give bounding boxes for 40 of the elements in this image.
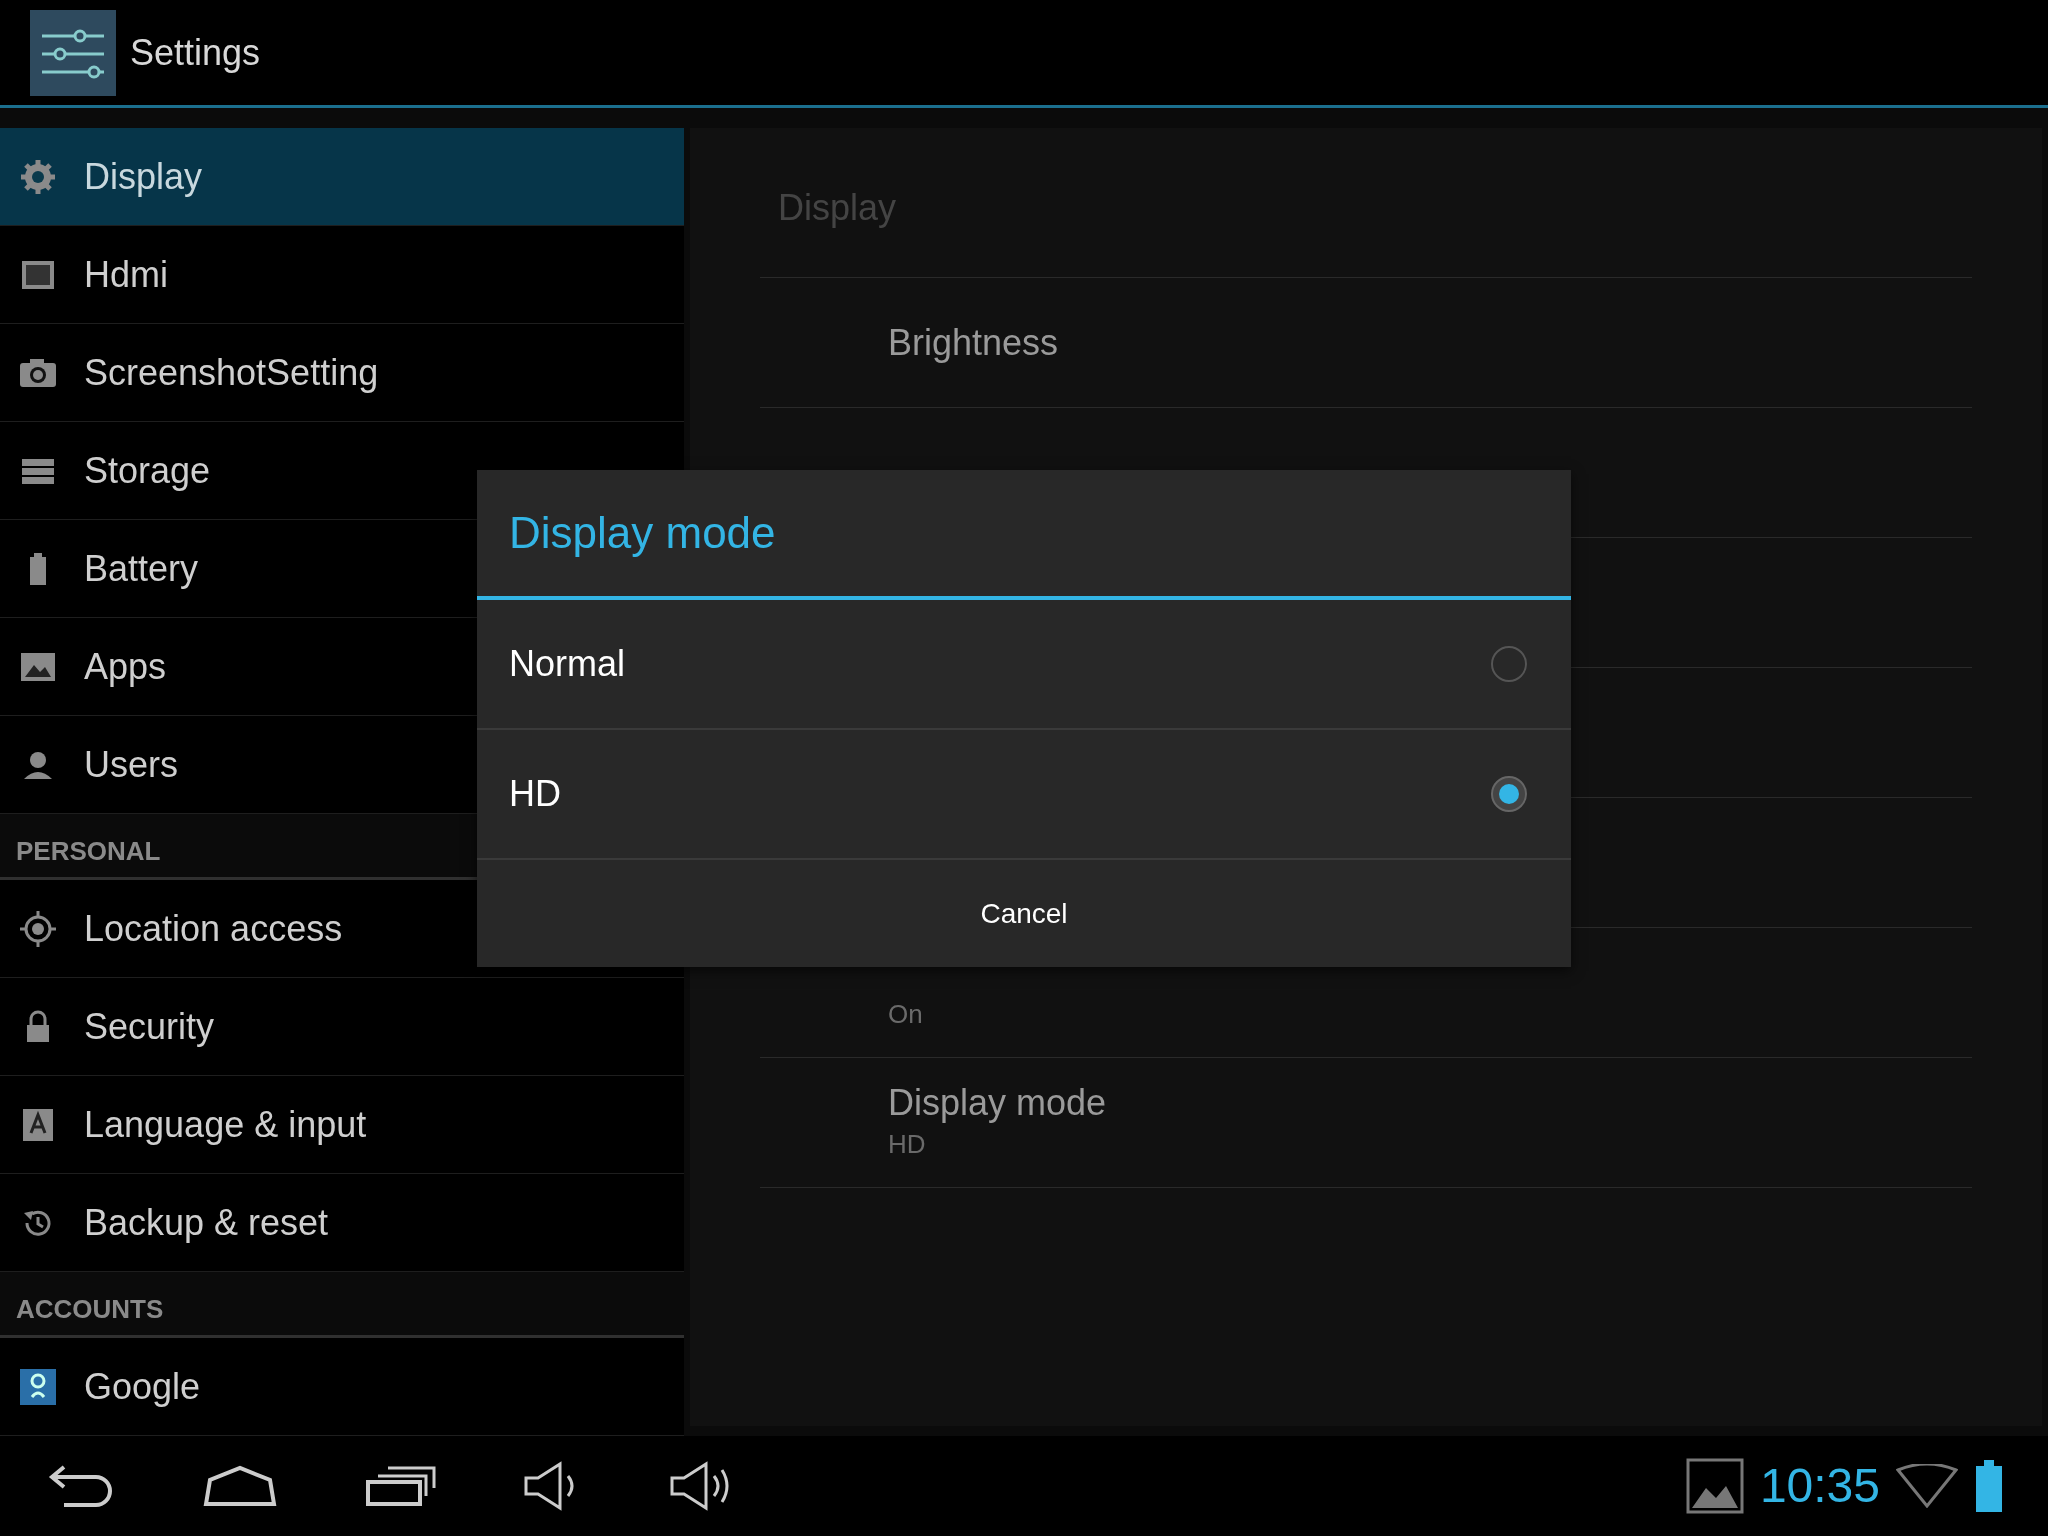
image-notification-icon[interactable] bbox=[1685, 1458, 1744, 1514]
location-icon bbox=[18, 908, 58, 949]
menu-item-label: Location access bbox=[84, 906, 343, 951]
option-label: Normal bbox=[509, 642, 626, 686]
menu-item-label: Backup & reset bbox=[84, 1200, 329, 1245]
settings-menu-item[interactable]: Display bbox=[0, 128, 684, 226]
menu-item-label: Language & input bbox=[84, 1102, 367, 1147]
settings-menu-item[interactable]: ScreenshotSetting bbox=[0, 324, 684, 422]
home-icon[interactable] bbox=[202, 1464, 278, 1508]
menu-item-label: ScreenshotSetting bbox=[84, 350, 379, 395]
menu-item-label: Battery bbox=[84, 546, 199, 591]
menu-item-label: Users bbox=[84, 742, 178, 787]
app-title: Settings bbox=[130, 30, 261, 75]
radio-option[interactable]: Normal bbox=[477, 600, 1571, 730]
menu-item-label: Hdmi bbox=[84, 252, 168, 297]
settings-menu-item[interactable]: Backup & reset bbox=[0, 1174, 684, 1272]
settings-menu-item[interactable]: Security bbox=[0, 978, 684, 1076]
settings-menu-item[interactable]: Language & input bbox=[0, 1076, 684, 1174]
settings-menu-item[interactable]: Google bbox=[0, 1338, 684, 1436]
menu-item-label: Google bbox=[84, 1364, 201, 1409]
setting-summary: HD bbox=[888, 1128, 927, 1161]
radio-button[interactable] bbox=[1491, 646, 1527, 682]
account-icon bbox=[18, 1366, 58, 1407]
cancel-button[interactable]: Cancel bbox=[477, 860, 1571, 967]
clock: 10:35 bbox=[1759, 1458, 1880, 1514]
setting-title[interactable]: Brightness bbox=[888, 320, 1972, 365]
dialog-title: Display mode bbox=[477, 470, 1571, 600]
battery-status-icon bbox=[1974, 1460, 2004, 1512]
setting-summary: On bbox=[888, 998, 924, 1031]
menu-item-label: Apps bbox=[84, 644, 167, 689]
setting-title[interactable]: Display mode bbox=[888, 1081, 1972, 1125]
wifi-icon bbox=[1896, 1464, 1958, 1508]
settings-menu-item[interactable]: Hdmi bbox=[0, 226, 684, 324]
radio-button[interactable] bbox=[1491, 776, 1527, 812]
menu-item-label: Storage bbox=[84, 448, 211, 493]
recent-apps-icon[interactable] bbox=[364, 1464, 436, 1508]
menu-item-label: Security bbox=[84, 1004, 215, 1049]
settings-sliders-icon[interactable] bbox=[30, 9, 116, 96]
option-label: HD bbox=[509, 772, 562, 816]
menu-item-label: Display bbox=[84, 154, 203, 199]
